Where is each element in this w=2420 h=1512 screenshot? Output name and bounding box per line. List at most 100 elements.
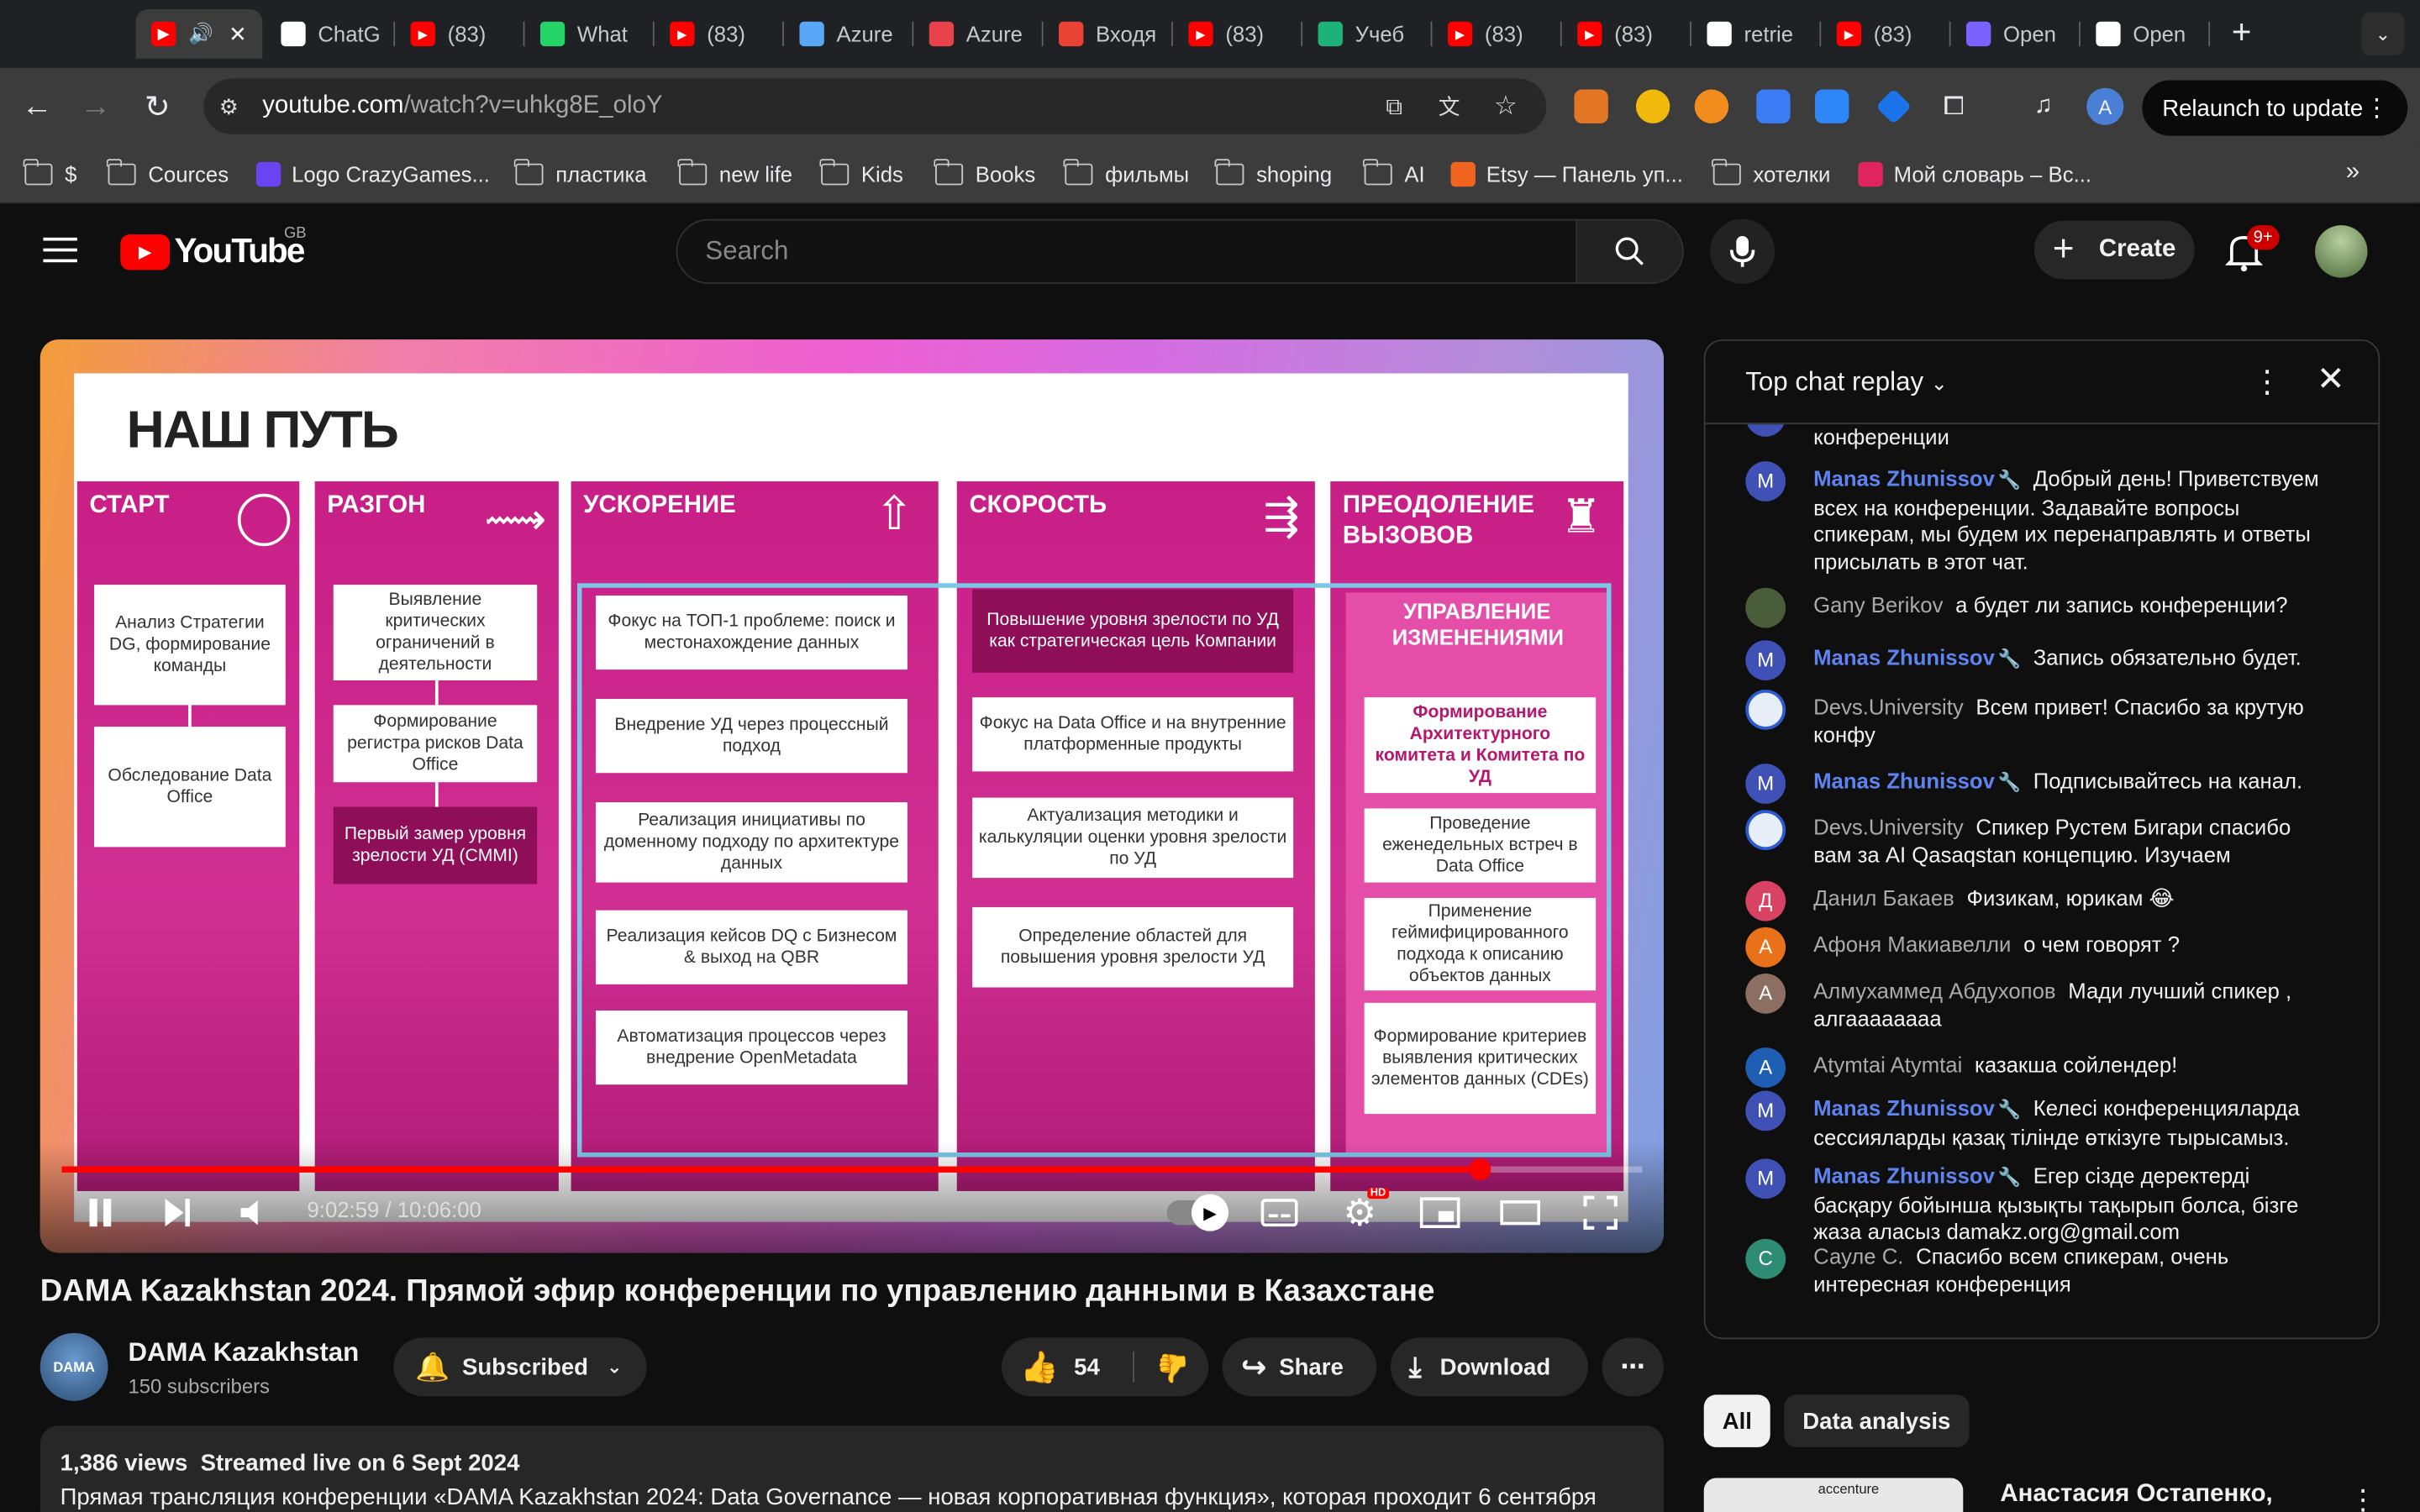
theater-mode-button[interactable] [1500,1193,1541,1233]
chat-author-name[interactable]: Manas Zhunissov [1813,466,1995,491]
browser-tab[interactable]: Учеб [1318,9,1433,59]
chat-author-name[interactable]: Manas Zhunissov [1813,1163,1995,1188]
chat-author-name[interactable]: Manas Zhunissov [1813,769,1995,793]
next-button[interactable] [157,1193,197,1233]
bookmark-link[interactable]: Мой словарь – Вс... [1858,160,2091,188]
close-chat-icon[interactable]: ✕ [2317,360,2345,400]
chat-author-avatar[interactable]: M [1745,764,1786,804]
bookmark-folder[interactable]: Kids [820,159,903,188]
recommended-video[interactable]: accenture Анастасия Остапенко, ⋮ [1703,1478,2380,1512]
chat-author-avatar[interactable]: А [1745,927,1786,968]
profile-avatar[interactable]: A [2086,87,2124,125]
binance-extension-icon[interactable] [1635,89,1670,123]
chat-author-name[interactable]: Atymtai Atymtai [1813,1053,1962,1077]
chat-author-name[interactable]: Devs.University [1813,815,1964,839]
speaker-icon[interactable]: 🔊 [188,22,213,46]
chat-author-name[interactable]: Manas Zhunissov [1813,1095,1995,1120]
chip-all[interactable]: All [1703,1394,1771,1447]
browser-tab[interactable]: Open [1965,9,2081,59]
settings-button[interactable]: ⚙ HD [1339,1188,1390,1233]
autoplay-toggle[interactable]: ▶ [1166,1194,1229,1231]
puzzle-blue-extension-icon[interactable] [1756,89,1791,123]
search-button[interactable] [1576,218,1684,284]
bookmark-folder[interactable]: shoping [1215,159,1332,188]
bookmark-link[interactable]: Etsy — Панель уп... [1450,160,1683,188]
chip-data-analysis[interactable]: Data analysis [1784,1394,1970,1447]
diamond-extension-icon[interactable] [1876,88,1912,125]
bookmark-folder[interactable]: хотелки [1712,159,1830,188]
channel-avatar[interactable]: DAMA [39,1332,108,1401]
chat-author-name[interactable]: Алмухаммед Абдухопов [1813,978,2055,1002]
subscribed-button[interactable]: 🔔 Subscribed ⌄ [393,1337,647,1397]
share-button[interactable]: ↪ Share [1222,1337,1377,1397]
bookmark-folder[interactable]: Cources [107,159,229,188]
volume-button[interactable] [234,1193,275,1233]
tab-search-button[interactable]: ⌄ [2361,12,2405,56]
bookmark-folder[interactable]: $ [24,159,76,188]
chat-author-avatar[interactable] [1745,690,1786,730]
browser-tab[interactable]: Open [2096,9,2211,59]
chat-author-name[interactable]: Данил Бакаев [1813,885,1954,910]
browser-tab[interactable]: ▶ (83) [670,9,785,59]
description-box[interactable]: 1,386 views Streamed live on 6 Sept 2024… [39,1425,1664,1512]
dislike-button[interactable]: 👍 [1156,1351,1191,1383]
like-button[interactable]: 👍 54 [1020,1347,1100,1386]
browser-tab[interactable]: retrie [1707,9,1822,59]
chat-author-avatar[interactable]: M [1745,1158,1786,1200]
chat-author-avatar[interactable]: С [1745,1238,1786,1279]
chat-author-name[interactable]: Gany Berikov [1813,592,1943,617]
chat-author-avatar[interactable]: M [1745,461,1786,501]
bookmark-folder[interactable]: Books [934,159,1035,188]
chat-author-avatar[interactable]: M [1745,640,1786,680]
translate-icon[interactable]: 文 [1439,91,1460,122]
bookmark-folder[interactable]: фильмы [1064,159,1189,188]
tab-youtube-active[interactable]: ▶ 🔊 ✕ [135,9,263,59]
pause-button[interactable] [81,1193,121,1233]
account-avatar[interactable] [2315,225,2368,278]
video-player[interactable]: НАШ ПУТЬ СТАРТ Анализ Стратегии DG, форм… [39,339,1664,1253]
extensions-icon[interactable]: ⧠ [1935,88,1972,125]
address-bar[interactable]: ⚙ youtube.com/watch?v=uhkg8E_oloY ⧉ 文 ☆ [203,78,1547,134]
browser-tab[interactable]: ▶ (83) [410,9,525,59]
metamask-extension-icon[interactable] [1574,89,1608,123]
chat-messages[interactable]: конференции M Manas Zhunissov 🔧 Добрый день… [1706,424,2379,1337]
subtitles-button[interactable] [1260,1193,1300,1233]
browser-tab[interactable]: What [539,9,655,59]
site-info-icon[interactable]: ⚙ [219,93,239,119]
chat-author-avatar[interactable]: A [1745,1047,1786,1088]
more-actions-button[interactable]: ⋯ [1602,1337,1664,1397]
k-extension-icon[interactable] [1814,89,1849,123]
chat-author-avatar[interactable]: M [1745,1090,1786,1131]
bookmark-folder[interactable]: AI [1363,159,1425,188]
bookmark-star-icon[interactable]: ☆ [1494,91,1518,122]
browser-tab[interactable]: ▶ (83) [1447,9,1562,59]
menu-dots-icon[interactable]: ⋮ [2365,92,2389,123]
notifications-button[interactable]: 9+ [2224,225,2279,272]
forward-button[interactable]: → [77,88,114,125]
bookmark-link[interactable]: Logo CrazyGames... [255,160,490,188]
chat-author-avatar[interactable] [1745,587,1786,628]
url-text[interactable]: youtube.com/watch?v=uhkg8E_oloY [262,92,662,120]
chat-author-name[interactable]: Сауле С. [1813,1243,1903,1268]
chat-author-avatar[interactable] [1745,810,1786,851]
browser-tab[interactable]: Входя [1058,9,1173,59]
channel-name[interactable]: DAMA Kazakhstan [128,1337,359,1368]
fullscreen-button[interactable] [1581,1193,1621,1233]
recommended-thumbnail[interactable]: accenture [1703,1478,1964,1512]
chat-author-name[interactable]: Афоня Макиавелли [1813,932,2011,956]
chat-author-name[interactable]: Devs.University [1813,695,1964,719]
orange-extension-icon[interactable] [1694,89,1729,123]
voice-search-button[interactable] [1710,218,1776,284]
scrubber-handle[interactable] [1470,1158,1491,1181]
chat-author-avatar[interactable]: А [1745,973,1786,1014]
bookmark-folder[interactable]: new life [678,159,792,188]
create-button[interactable]: + Create [2033,220,2195,280]
search-input[interactable]: Search [676,218,1578,284]
close-tab-icon[interactable]: ✕ [229,21,247,47]
chat-menu-icon[interactable]: ⋮ [2252,363,2283,402]
browser-tab[interactable]: ▶ (83) [1188,9,1303,59]
download-button[interactable]: ⤓ Download [1390,1337,1588,1397]
reload-button[interactable]: ↻ [139,88,176,125]
install-app-icon[interactable]: ⧉ [1386,93,1402,119]
browser-tab[interactable]: Azure [799,9,914,59]
